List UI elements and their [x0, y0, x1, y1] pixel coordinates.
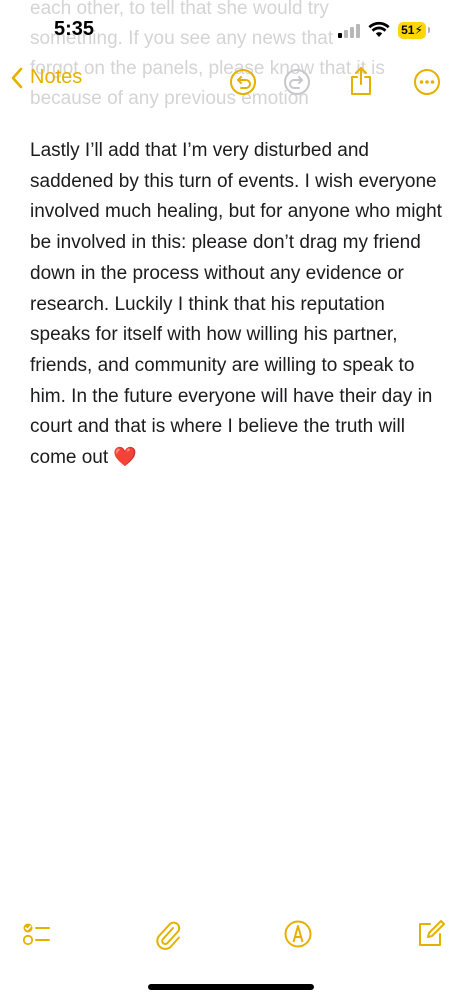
chevron-left-icon: [11, 67, 23, 88]
status-bar: 5:35 51⚡︎: [0, 0, 462, 60]
undo-icon[interactable]: [229, 68, 257, 96]
share-icon[interactable]: [347, 65, 375, 97]
wifi-icon: [368, 21, 390, 37]
back-label: Notes: [30, 66, 83, 88]
redo-icon[interactable]: [283, 68, 311, 96]
bottom-toolbar: [0, 912, 462, 958]
paperclip-icon[interactable]: [152, 918, 184, 950]
status-time: 5:35: [54, 18, 95, 40]
navigation-bar: Notes: [0, 60, 462, 106]
cellular-signal-icon: [338, 24, 362, 38]
note-body[interactable]: Lastly I’ll add that I’m very disturbed …: [30, 136, 442, 474]
markup-pen-icon[interactable]: [282, 918, 314, 950]
more-icon[interactable]: [413, 68, 441, 96]
battery-level: 51: [401, 23, 415, 37]
battery-tip: [428, 27, 430, 33]
battery-icon: 51⚡︎: [398, 22, 426, 39]
charging-bolt-icon: ⚡︎: [414, 23, 423, 37]
back-button[interactable]: Notes: [10, 66, 82, 89]
checklist-icon[interactable]: [20, 918, 52, 950]
compose-icon[interactable]: [414, 918, 446, 950]
home-indicator[interactable]: [148, 984, 314, 990]
